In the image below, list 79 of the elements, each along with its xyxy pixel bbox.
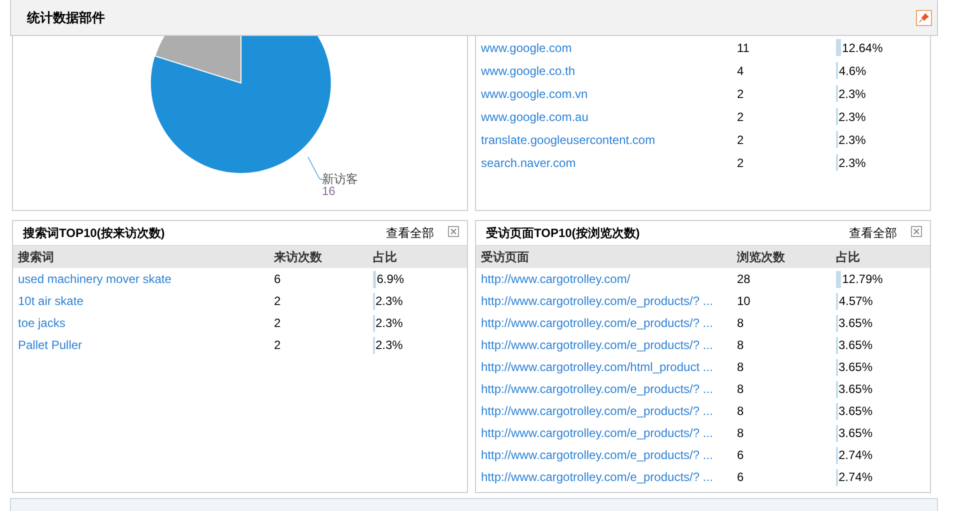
column-header: 浏览次数 — [737, 248, 786, 266]
share-percent: 3.65% — [838, 338, 873, 352]
search-term-link[interactable]: 10t air skate — [18, 294, 274, 308]
view-all-link[interactable]: 查看全部 — [849, 224, 897, 242]
column-header: 搜索词 — [18, 248, 55, 266]
visit-count: 2 — [737, 132, 745, 146]
share-percent: 2.3% — [376, 316, 403, 330]
page-url-link[interactable]: http://www.cargotrolley.com/html_product ... — [481, 360, 737, 374]
page-url-link[interactable]: http://www.cargotrolley.com/e_products/? ... — [481, 448, 737, 462]
visit-count: 8 — [737, 338, 745, 352]
share-percent: 2.3% — [838, 156, 866, 170]
visit-count: 2 — [274, 294, 282, 308]
page-url-link[interactable]: http://www.cargotrolley.com/e_products/? ... — [481, 338, 737, 352]
share-percent: 2.3% — [838, 110, 866, 124]
column-header: 占比 — [373, 248, 398, 266]
widget-title: 统计数据部件 — [27, 9, 105, 27]
visit-count: 28 — [737, 272, 752, 286]
referrer-link[interactable]: translate.googleusercontent.com — [481, 132, 737, 146]
page-url-link[interactable]: http://www.cargotrolley.com/e_products/? ... — [481, 404, 737, 418]
share-percent: 6.9% — [376, 272, 404, 286]
referrer-link[interactable]: search.naver.com — [481, 156, 737, 170]
share-percent: 3.65% — [838, 426, 873, 440]
close-icon[interactable] — [448, 226, 459, 237]
share-percent: 4.6% — [838, 64, 866, 78]
search-term-link[interactable]: used machinery mover skate — [18, 272, 274, 286]
visit-count: 8 — [737, 426, 745, 440]
share-bar — [373, 270, 376, 288]
visit-count: 6 — [274, 272, 282, 286]
page-url-link[interactable]: http://www.cargotrolley.com/e_products/? ... — [481, 294, 737, 308]
visit-count: 6 — [737, 448, 745, 462]
share-percent: 2.3% — [376, 338, 403, 352]
search-term-link[interactable]: toe jacks — [18, 316, 274, 330]
visit-count: 2 — [274, 316, 282, 330]
visit-count: 10 — [737, 294, 752, 308]
visit-count: 8 — [737, 360, 745, 374]
referrer-link[interactable]: www.google.com.vn — [481, 86, 737, 100]
share-percent: 4.57% — [838, 294, 873, 308]
share-percent: 2.3% — [838, 132, 866, 146]
visit-count: 8 — [737, 404, 745, 418]
share-percent: 2.3% — [376, 294, 403, 308]
share-percent: 2.74% — [838, 448, 873, 462]
page-url-link[interactable]: http://www.cargotrolley.com/e_products/? ... — [481, 426, 737, 440]
panel-title: 受访页面TOP10(按浏览次数) — [486, 224, 641, 242]
pin-icon[interactable] — [916, 10, 932, 26]
share-bar — [836, 39, 842, 56]
referrer-link[interactable]: www.google.com — [481, 40, 737, 54]
pie-label: 新访客 — [322, 173, 358, 185]
share-percent: 12.64% — [842, 40, 883, 54]
panel-title: 搜索词TOP10(按来访次数) — [23, 224, 166, 242]
share-percent: 3.65% — [838, 382, 873, 396]
share-percent: 2.74% — [838, 470, 873, 484]
column-header: 受访页面 — [481, 248, 530, 266]
visit-count: 2 — [274, 338, 282, 352]
view-all-link[interactable]: 查看全部 — [386, 224, 434, 242]
share-percent: 3.65% — [838, 360, 873, 374]
visit-count: 8 — [737, 382, 745, 396]
page-url-link[interactable]: http://www.cargotrolley.com/e_products/? ... — [481, 316, 737, 330]
column-header: 占比 — [836, 248, 861, 266]
visit-count: 8 — [737, 316, 745, 330]
visit-count: 2 — [737, 156, 745, 170]
page-url-link[interactable]: http://www.cargotrolley.com/e_products/? ... — [481, 382, 737, 396]
visit-count: 2 — [737, 110, 745, 124]
close-icon[interactable] — [911, 226, 922, 237]
share-percent: 3.65% — [838, 404, 873, 418]
visit-count: 4 — [737, 64, 745, 78]
visit-count: 6 — [737, 470, 745, 484]
referrer-link[interactable]: www.google.co.th — [481, 64, 737, 78]
share-percent: 2.3% — [838, 86, 866, 100]
share-bar — [836, 270, 842, 288]
page-url-link[interactable]: http://www.cargotrolley.com/e_products/? ... — [481, 470, 737, 484]
visit-count: 2 — [737, 86, 745, 100]
visit-count: 11 — [737, 40, 750, 54]
share-percent: 12.79% — [842, 272, 883, 286]
column-header: 来访次数 — [274, 248, 323, 266]
page-url-link[interactable]: http://www.cargotrolley.com/ — [481, 272, 737, 286]
search-term-link[interactable]: Pallet Puller — [18, 338, 274, 352]
pie-value: 16 — [322, 185, 336, 197]
referrer-link[interactable]: www.google.com.au — [481, 110, 737, 124]
share-percent: 3.65% — [838, 316, 873, 330]
